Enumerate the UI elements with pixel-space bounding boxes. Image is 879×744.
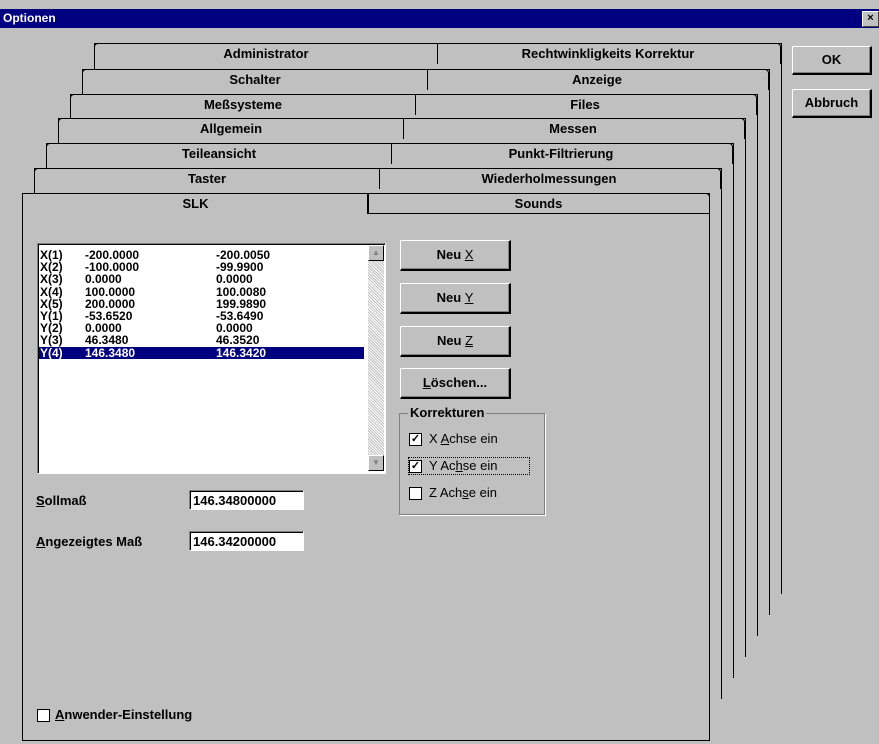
- list-item-id: Y(1): [40, 309, 63, 323]
- list-item-id: X(3): [40, 272, 63, 287]
- list-item-actual: 100.0080: [216, 284, 267, 299]
- new-y-accelerator: Y: [464, 290, 474, 305]
- list-item-actual: -99.9900: [216, 260, 264, 275]
- new-z-button[interactable]: Neu Z: [400, 326, 511, 357]
- list-item-id: X(4): [40, 284, 63, 299]
- tab-taster[interactable]: Taster: [34, 168, 380, 189]
- tab-punkt-filtrierung[interactable]: Punkt-Filtrierung: [390, 143, 733, 164]
- sollmass-label: Sollmaß: [36, 493, 87, 508]
- tab-slk[interactable]: SLK: [22, 193, 369, 214]
- list-scrollbar[interactable]: ▲ ▼: [368, 245, 384, 471]
- y-achse-checkbox[interactable]: ✓: [409, 460, 422, 473]
- scroll-down-button[interactable]: ▼: [368, 455, 384, 471]
- y-achse-label: Y Achse ein: [429, 458, 498, 473]
- tab-files[interactable]: Files: [414, 94, 757, 115]
- anwender-einstellung-checkbox[interactable]: [37, 709, 50, 722]
- y-achse-checkbox-row[interactable]: ✓ Y Achse ein: [408, 457, 530, 475]
- list-item-nominal: -200.0000: [85, 248, 140, 262]
- z-achse-checkbox-row[interactable]: Z Achse ein: [409, 485, 539, 501]
- list-item-id: Y(3): [40, 333, 63, 348]
- delete-button[interactable]: Löschen...: [400, 368, 511, 399]
- list-item-nominal: 0.0000: [85, 272, 122, 287]
- ok-button[interactable]: OK: [792, 46, 872, 75]
- x-achse-checkbox-row[interactable]: ✓ X Achse ein: [409, 431, 539, 447]
- cancel-button[interactable]: Abbruch: [792, 89, 872, 118]
- angezeigtes-mass-label: Angezeigtes Maß: [36, 534, 143, 549]
- korrekturen-title: Korrekturen: [408, 405, 487, 420]
- list-item-nominal: -53.6520: [85, 309, 133, 323]
- list-item-nominal: 100.0000: [85, 284, 136, 299]
- list-item-id: Y(4): [40, 345, 63, 360]
- z-achse-checkbox[interactable]: [409, 487, 422, 500]
- list-rows: X(1) -200.0000 -200.0050 X(2) -100.0000 -99.9…: [39, 249, 367, 469]
- list-item-actual: 46.3520: [216, 333, 260, 348]
- list-item-actual: -53.6490: [216, 309, 264, 323]
- x-achse-checkbox[interactable]: ✓: [409, 433, 422, 446]
- list-item-actual: 146.3420: [216, 345, 267, 360]
- delete-label: öschen...: [430, 375, 488, 390]
- z-achse-label: Z Achse ein: [429, 485, 497, 500]
- tab-allgemein[interactable]: Allgemein: [58, 118, 404, 139]
- new-z-label: Neu: [436, 333, 466, 348]
- korrekturen-group: Korrekturen ✓ X Achse ein ✓ Y Achse ein …: [399, 405, 545, 515]
- list-item-nominal: -100.0000: [85, 260, 140, 275]
- tab-teileansicht[interactable]: Teileansicht: [46, 143, 392, 164]
- slk-point-list[interactable]: X(1) -200.0000 -200.0050 X(2) -100.0000 -99.9…: [37, 243, 386, 474]
- anwender-einstellung-label: Anwender-Einstellung: [55, 707, 193, 722]
- tab-administrator[interactable]: Administrator: [94, 43, 438, 64]
- x-achse-label: X Achse ein: [429, 431, 498, 446]
- tab-messen[interactable]: Messen: [402, 118, 745, 139]
- title-bar: Optionen ×: [0, 9, 879, 28]
- delete-accelerator: L: [422, 375, 431, 390]
- list-item[interactable]: X(4) 100.0000 100.0080: [39, 286, 364, 298]
- angezeigtes-mass-field[interactable]: 146.34200000: [189, 531, 304, 551]
- list-item[interactable]: Y(1) -53.6520 -53.6490: [39, 310, 364, 322]
- list-item-nominal: 0.0000: [85, 321, 122, 336]
- list-item-actual: 0.0000: [216, 272, 253, 287]
- window-title: Optionen: [3, 11, 56, 25]
- list-item-nominal: 200.0000: [85, 296, 136, 311]
- list-item-nominal: 146.3480: [85, 345, 136, 360]
- new-y-label: Neu: [436, 290, 465, 305]
- list-item[interactable]: X(1) -200.0000 -200.0050: [39, 249, 364, 261]
- list-item[interactable]: Y(3) 46.3480 46.3520: [39, 334, 364, 346]
- list-item-actual: -200.0050: [216, 248, 271, 262]
- new-z-accelerator: Z: [465, 333, 474, 348]
- new-x-button[interactable]: Neu X: [400, 240, 511, 271]
- tab-wiederholmessungen[interactable]: Wiederholmessungen: [378, 168, 721, 189]
- scroll-up-button[interactable]: ▲: [368, 245, 384, 261]
- list-item[interactable]: X(5) 200.0000 199.9890: [39, 298, 364, 310]
- list-item-id: Y(2): [40, 321, 63, 336]
- tab-rechtwinkligkeits-korrektur[interactable]: Rechtwinkligkeits Korrektur: [436, 43, 781, 64]
- list-item-actual: 199.9890: [216, 296, 267, 311]
- list-item-nominal: 46.3480: [85, 333, 129, 348]
- list-item-id: X(5): [40, 296, 63, 311]
- list-item[interactable]: X(3) 0.0000 0.0000: [39, 273, 364, 285]
- list-item-actual: 0.0000: [216, 321, 253, 336]
- anwender-einstellung-row[interactable]: Anwender-Einstellung: [37, 707, 237, 723]
- sollmass-field[interactable]: 146.34800000: [189, 490, 304, 510]
- tab-schalter[interactable]: Schalter: [82, 69, 428, 90]
- list-item[interactable]: Y(2) 0.0000 0.0000: [39, 322, 364, 334]
- new-y-button[interactable]: Neu Y: [400, 283, 511, 314]
- close-button[interactable]: ×: [862, 11, 879, 27]
- list-item-id: X(1): [40, 248, 63, 262]
- new-x-label: Neu: [436, 247, 465, 262]
- list-item-id: X(2): [40, 260, 63, 275]
- tab-messsysteme[interactable]: Meßsysteme: [70, 94, 416, 115]
- list-item[interactable]: X(2) -100.0000 -99.9900: [39, 261, 364, 273]
- tab-sounds[interactable]: Sounds: [367, 193, 710, 214]
- tab-anzeige[interactable]: Anzeige: [426, 69, 769, 90]
- new-x-accelerator: X: [464, 247, 474, 262]
- list-item[interactable]: Y(4) 146.3480 146.3420: [39, 345, 364, 360]
